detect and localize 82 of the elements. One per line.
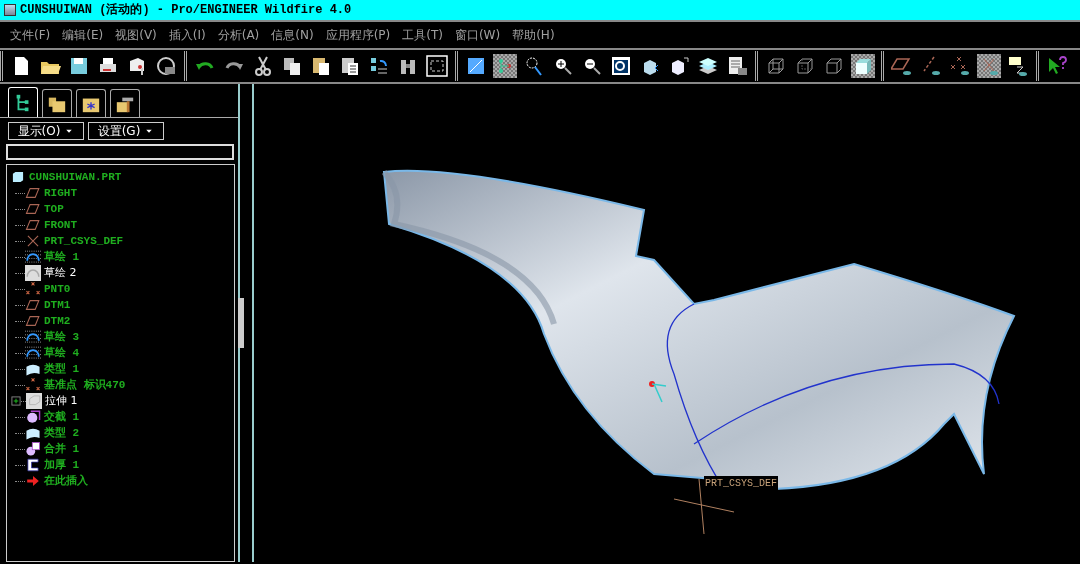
merge-icon [25, 441, 41, 457]
regenerate-icon [368, 55, 390, 77]
tree-item[interactable]: PRT_CSYS_DEF [44, 232, 124, 250]
sketch-icon [25, 345, 41, 361]
annotation-icon [1007, 55, 1029, 77]
dropdown-button[interactable]: 设置(G) [88, 122, 164, 140]
tree-item[interactable]: 草绘 3 [44, 328, 80, 346]
layers-icon [697, 55, 719, 77]
hidden-line-cube-icon [794, 55, 816, 77]
datum-plane-icon [25, 201, 41, 217]
wireframe-cube-icon [765, 55, 787, 77]
insert-arrow-icon [25, 473, 41, 489]
tree-item[interactable]: 草绘 4 [44, 344, 80, 362]
tree-item[interactable]: 拉伸 1 [45, 392, 78, 410]
tree-item[interactable]: 草绘 1 [44, 248, 80, 266]
menu-item[interactable]: 编辑(E) [56, 26, 110, 44]
expand-toggle[interactable] [11, 396, 21, 406]
menu-item[interactable]: 工具(T) [396, 26, 449, 44]
selection-box-button[interactable] [425, 54, 449, 78]
datum-plane-icon [25, 297, 41, 313]
table-camera-icon [726, 55, 748, 77]
tree-item[interactable]: FRONT [44, 216, 77, 234]
tree-item[interactable]: RIGHT [44, 184, 77, 202]
search-field[interactable] [6, 144, 234, 160]
tree-item[interactable]: 基准点 标识470 [44, 376, 126, 394]
intersect-icon [25, 409, 41, 425]
datum-plane-icon [25, 313, 41, 329]
thicken-icon [25, 457, 41, 473]
menu-item[interactable]: 信息(N) [265, 26, 320, 44]
menu-item[interactable]: 分析(A) [211, 26, 266, 44]
clipboard-icon [310, 55, 332, 77]
help-pointer-icon [1046, 55, 1068, 77]
tree-item[interactable]: 类型 1 [44, 360, 80, 378]
tree-item[interactable]: 交截 1 [44, 408, 80, 426]
refit-button[interactable] [609, 54, 633, 78]
refit-icon [610, 55, 632, 77]
window-icon [4, 4, 16, 16]
menu-item[interactable]: 视图(V) [109, 26, 163, 44]
scissors-icon [252, 55, 274, 77]
datum-plane-icon [891, 55, 913, 77]
window-title: CUNSHUIWAN (活动的) - Pro/ENGINEER Wildfire 4.0 [20, 2, 352, 19]
repaint-icon [465, 55, 487, 77]
menu-item[interactable]: 插入(I) [162, 26, 212, 44]
menu-item[interactable]: 应用程序(P) [319, 26, 397, 44]
tree-item[interactable]: CUNSHUIWAN.PRT [29, 168, 122, 186]
folders-tab[interactable] [42, 89, 72, 117]
tree-item[interactable]: TOP [44, 200, 64, 218]
tree-item[interactable]: 草绘 2 [44, 264, 77, 282]
spin-center-drawing [649, 381, 667, 403]
tree-item[interactable]: DTM1 [44, 296, 71, 314]
datum-plane-icon [25, 185, 41, 201]
csys-label: PRT_CSYS_DEF [704, 476, 778, 491]
menu-item[interactable]: 窗口(W) [448, 26, 507, 44]
menu-item[interactable]: 帮助(H) [506, 26, 561, 44]
tree-item[interactable]: 在此插入 [44, 472, 88, 490]
shaded-cube-button[interactable] [851, 54, 875, 78]
tree-item[interactable]: PNT0 [44, 280, 71, 298]
folder-star-tab[interactable] [76, 89, 106, 117]
cube-outline-icon [823, 55, 845, 77]
tree-item[interactable]: 加厚 1 [44, 456, 80, 474]
copy-icon [281, 55, 303, 77]
tree-item[interactable]: 合并 1 [44, 440, 80, 458]
datum-point-icon [25, 377, 41, 393]
hammer-folder-tab[interactable] [110, 89, 140, 117]
datum-point-icon [949, 55, 971, 77]
collapse-handle[interactable] [238, 298, 244, 348]
sketch-icon [25, 249, 41, 265]
coordinate-system-icon [25, 233, 41, 249]
menu-item[interactable]: 文件(F) [4, 26, 57, 44]
extrude-icon [26, 393, 42, 409]
dropdown-button[interactable]: 显示(O) [8, 122, 84, 140]
datum-plane-icon [25, 217, 41, 233]
sketch-icon [25, 329, 41, 345]
sketch-icon [25, 265, 41, 281]
datum-axis-icon [920, 55, 942, 77]
datum-point-icon [25, 281, 41, 297]
selection-box-icon [426, 55, 448, 77]
model-tree-tab[interactable] [8, 87, 38, 117]
orient-icon [523, 55, 545, 77]
tree-item[interactable]: 类型 2 [44, 424, 80, 442]
clipboard-list-icon [339, 55, 361, 77]
tree-item[interactable]: DTM2 [44, 312, 71, 330]
